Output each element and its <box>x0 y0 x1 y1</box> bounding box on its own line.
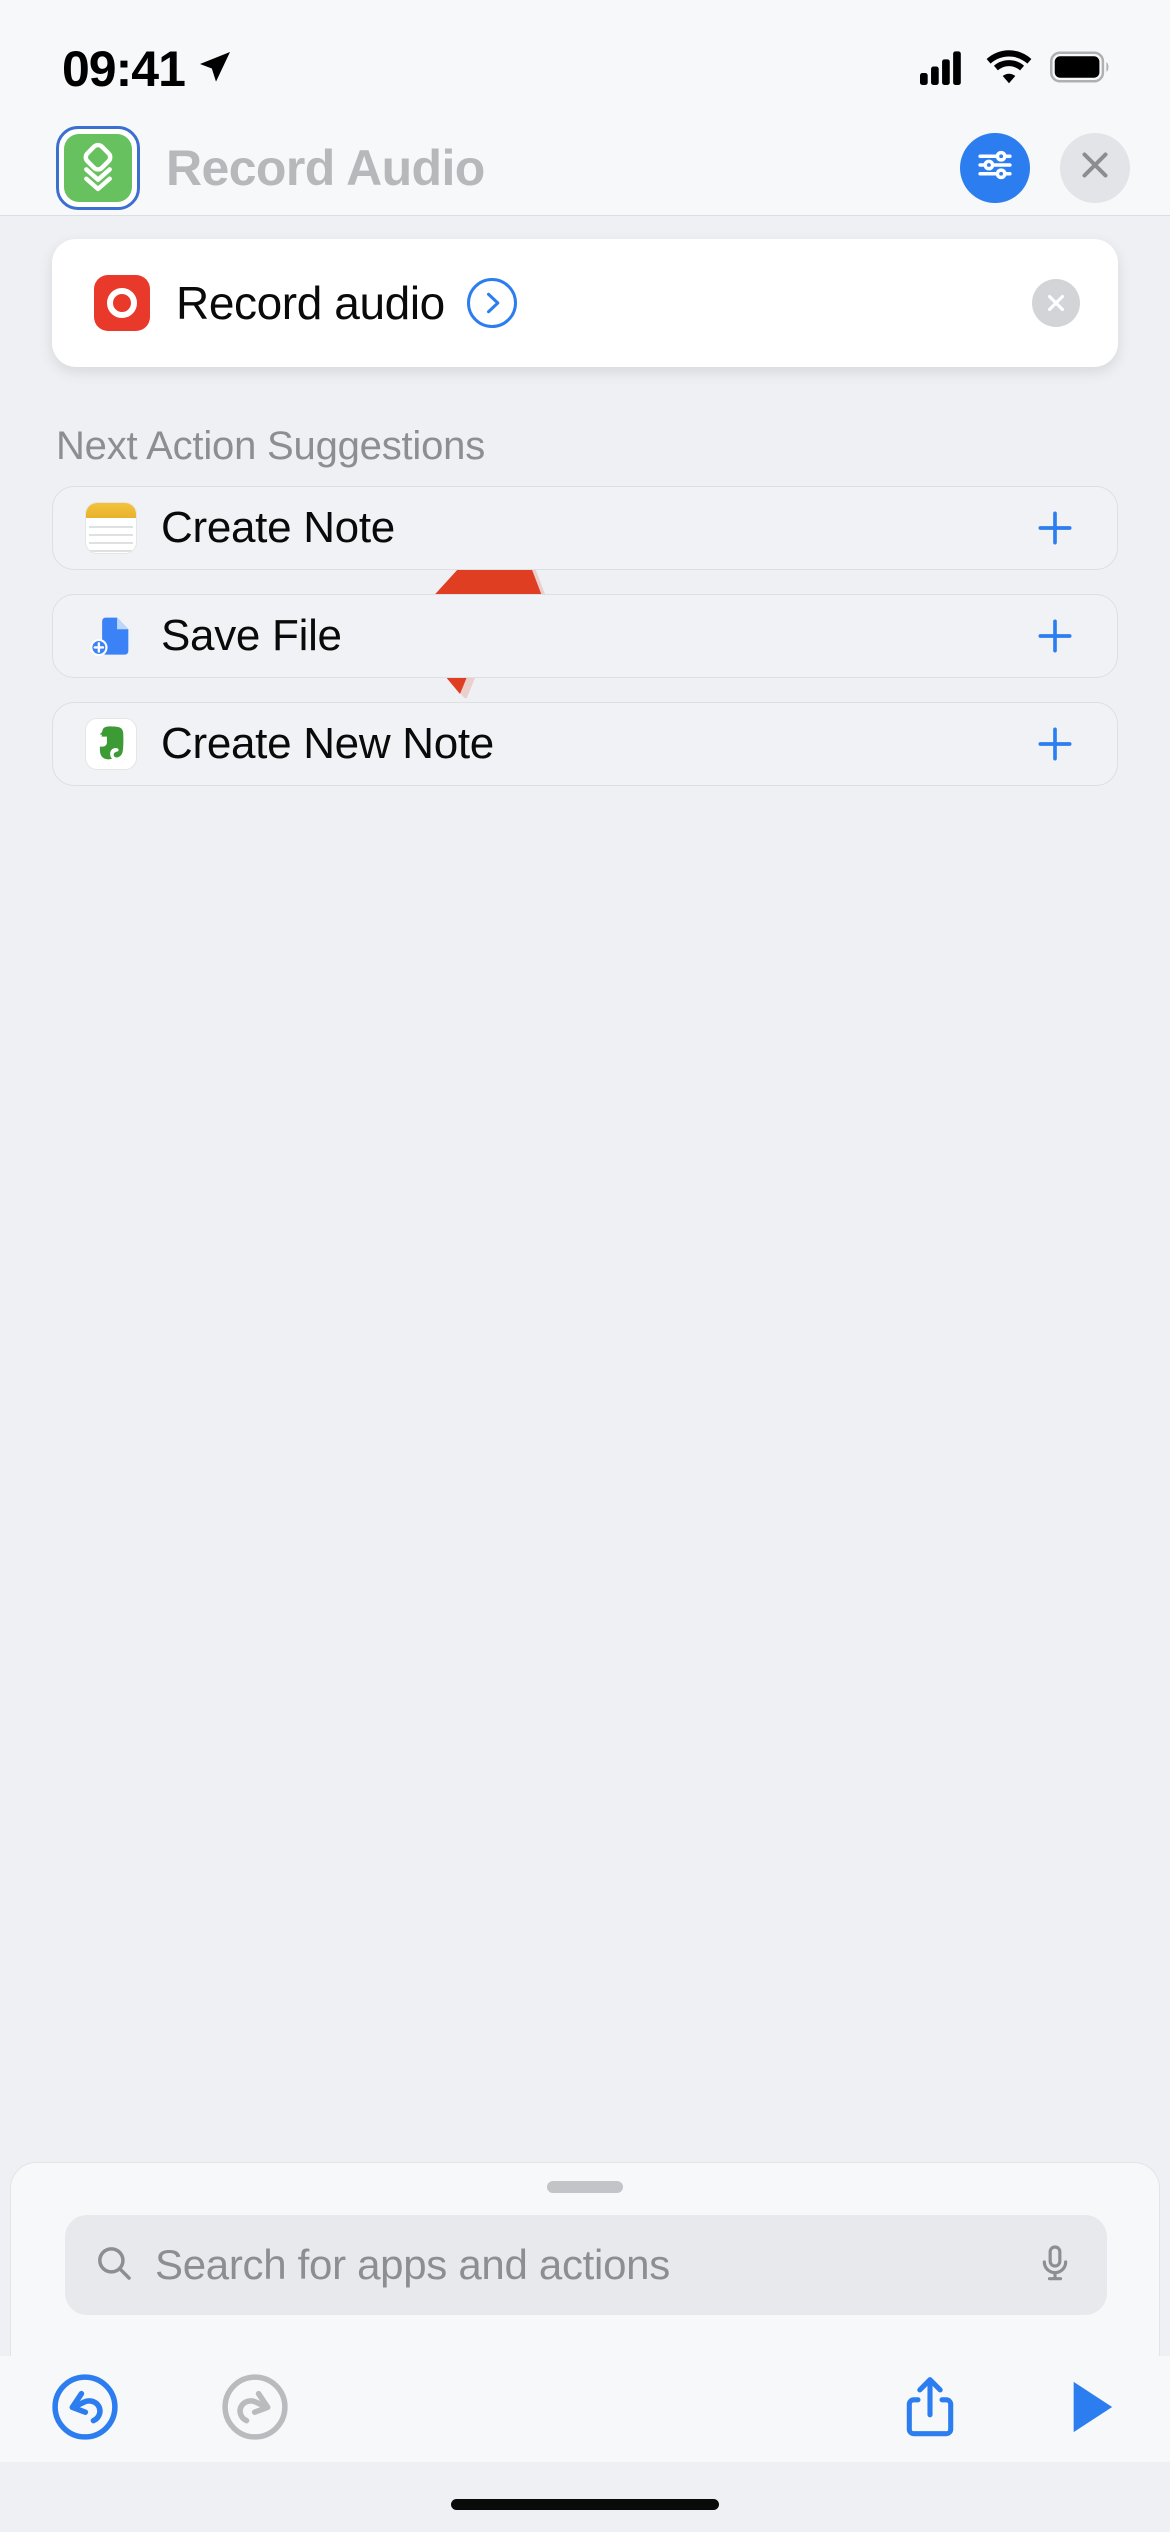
battery-full-icon <box>1050 51 1112 88</box>
evernote-icon <box>85 718 137 770</box>
home-indicator <box>451 2499 719 2510</box>
editor-header: Record Audio <box>0 120 1170 216</box>
shortcut-settings-button[interactable] <box>960 132 1030 203</box>
status-bar-left: 09:41 <box>62 40 235 98</box>
shortcuts-editor-screen: 09:41 Record Audio Record audio Next Act… <box>0 0 1170 2532</box>
search-input[interactable]: Search for apps and actions <box>155 2241 1035 2289</box>
suggestions-list: Create Note Save File Create New Note <box>52 486 1118 810</box>
redo-icon <box>216 2368 294 2451</box>
search-bar[interactable]: Search for apps and actions <box>65 2215 1107 2315</box>
cellular-bars-icon <box>920 49 968 90</box>
play-icon <box>1055 2372 1125 2447</box>
chevron-right-circle-icon[interactable] <box>466 278 517 328</box>
shortcut-icon-button[interactable] <box>56 125 140 210</box>
sliders-icon <box>974 144 1016 191</box>
action-card-record-audio[interactable]: Record audio <box>52 239 1118 367</box>
suggestion-row-save-file[interactable]: Save File <box>52 594 1118 678</box>
undo-icon <box>46 2368 124 2451</box>
status-bar: 09:41 <box>0 0 1170 120</box>
suggestion-row-create-note[interactable]: Create Note <box>52 486 1118 570</box>
add-suggestion-button[interactable] <box>1033 722 1077 766</box>
add-suggestion-button[interactable] <box>1033 614 1077 658</box>
status-time: 09:41 <box>62 41 186 97</box>
undo-button[interactable] <box>0 2368 170 2451</box>
status-bar-right <box>920 49 1112 90</box>
wifi-icon <box>986 49 1032 90</box>
close-x-icon <box>1077 147 1113 188</box>
drag-handle[interactable] <box>547 2181 623 2193</box>
shortcuts-layers-icon <box>64 133 132 202</box>
suggestion-label: Save File <box>161 611 342 660</box>
remove-action-button[interactable] <box>1032 279 1080 327</box>
location-arrow-icon <box>195 47 235 92</box>
suggestion-row-create-new-note[interactable]: Create New Note <box>52 702 1118 786</box>
save-file-icon <box>85 610 137 662</box>
section-title-next-action-suggestions: Next Action Suggestions <box>56 424 485 468</box>
page-title: Record Audio <box>166 139 485 196</box>
add-suggestion-button[interactable] <box>1033 506 1077 550</box>
run-shortcut-button[interactable] <box>1010 2372 1170 2447</box>
share-icon <box>894 2371 966 2448</box>
apple-notes-icon <box>85 502 137 554</box>
redo-button <box>170 2368 340 2451</box>
suggestion-label: Create Note <box>161 503 395 552</box>
editor-toolbar <box>0 2356 1170 2462</box>
close-editor-button[interactable] <box>1060 132 1130 203</box>
search-icon <box>93 2242 135 2289</box>
action-library-sheet: Search for apps and actions <box>10 2162 1160 2356</box>
suggestion-label: Create New Note <box>161 719 494 768</box>
action-card-label: Record audio <box>176 277 445 329</box>
microphone-icon[interactable] <box>1035 2243 1075 2288</box>
share-button[interactable] <box>850 2371 1010 2448</box>
record-audio-icon <box>94 275 150 331</box>
